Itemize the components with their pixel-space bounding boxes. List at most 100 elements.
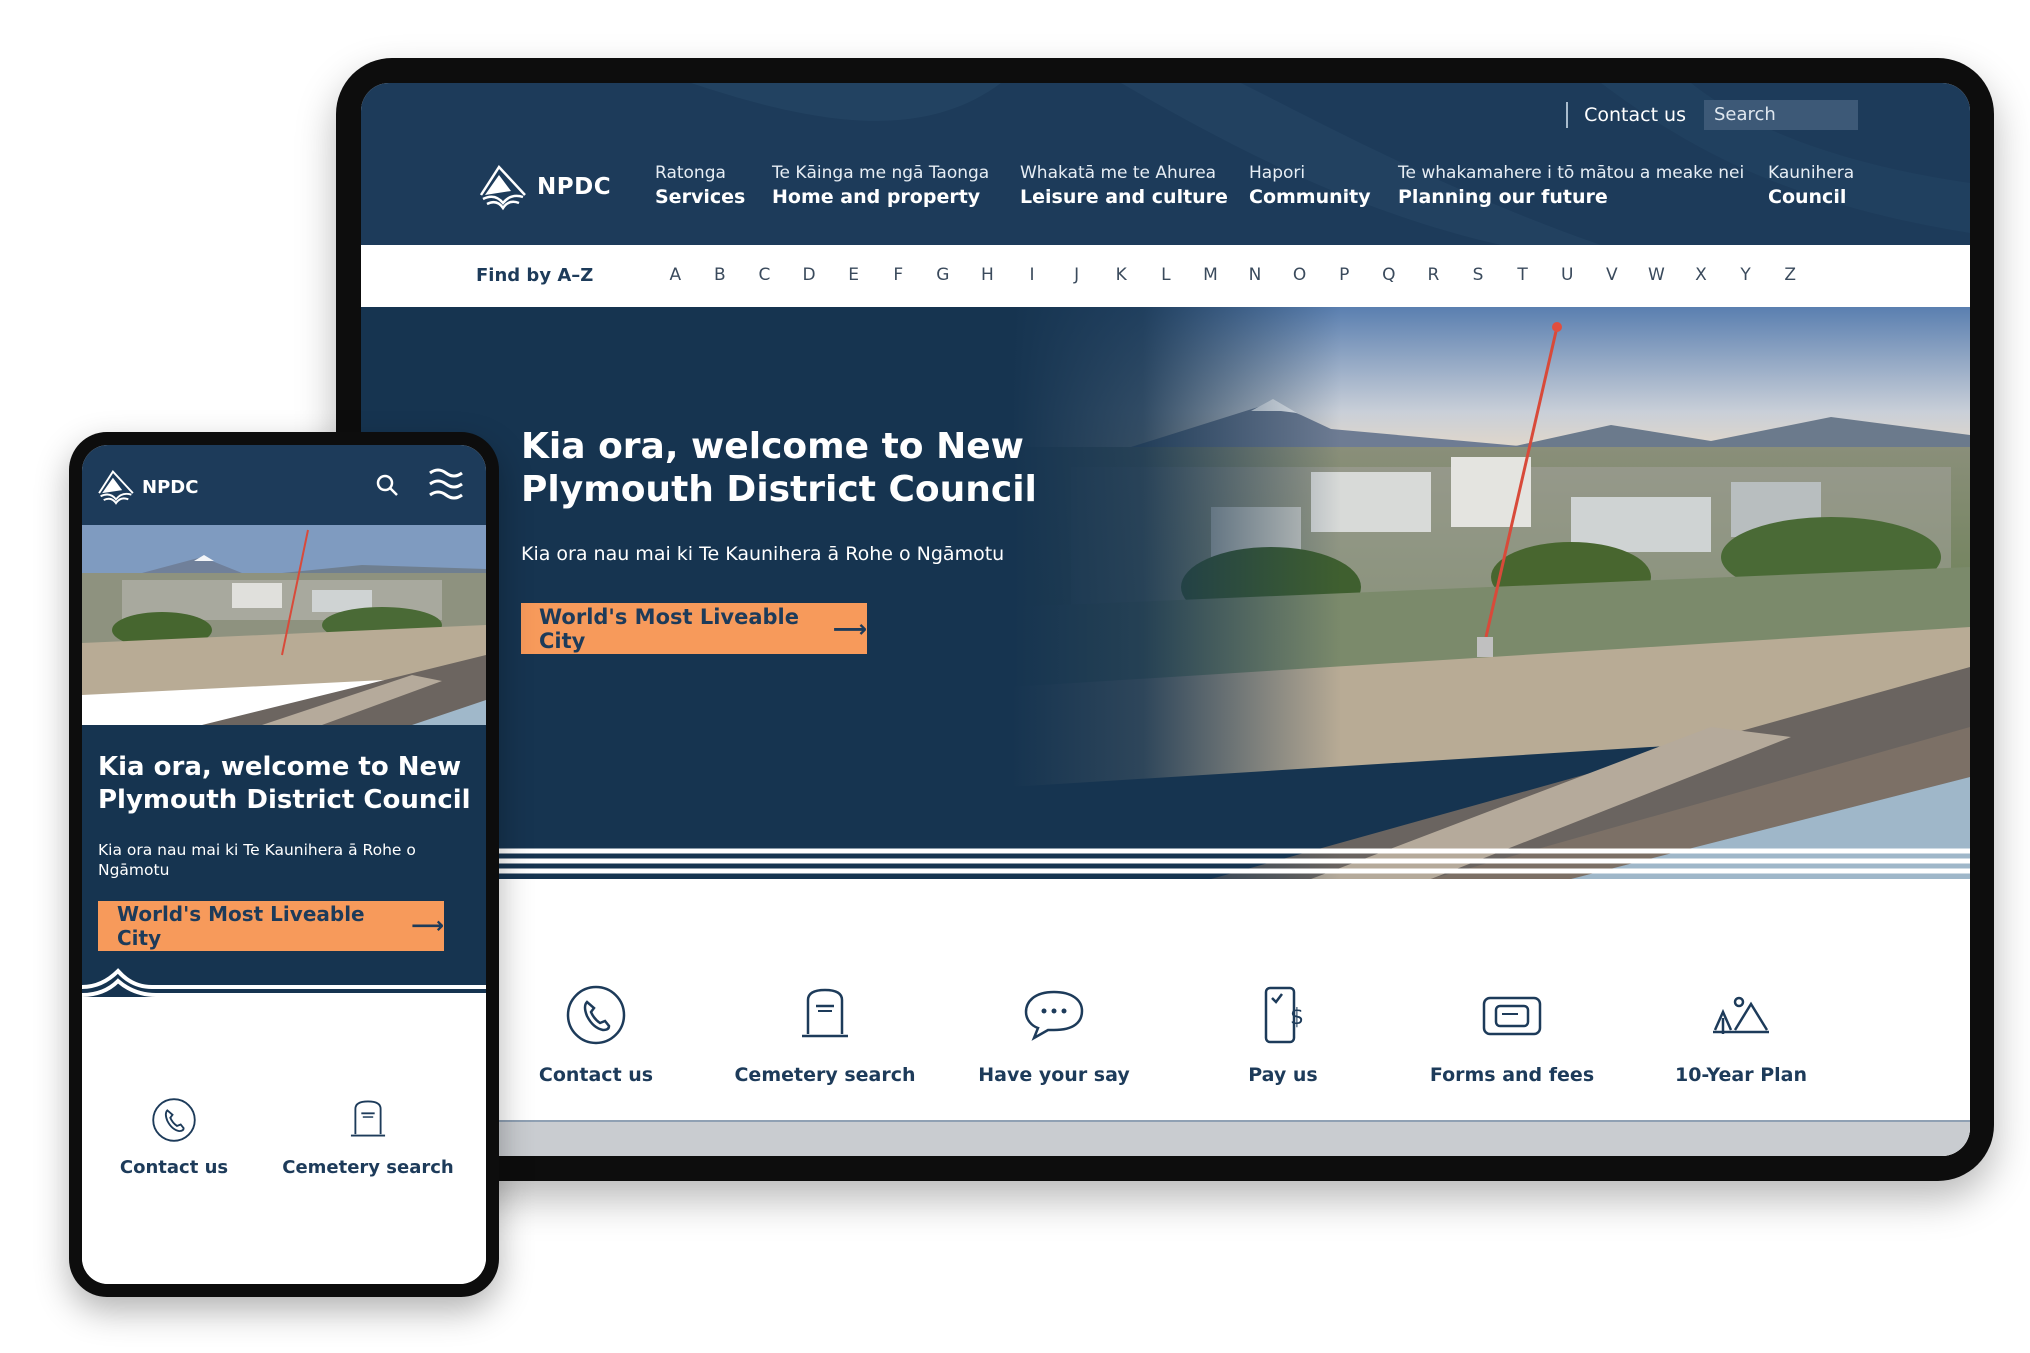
brand-name: NPDC [142, 476, 199, 498]
a-z-letter[interactable]: A [653, 265, 698, 285]
nav-maori-label: Kaunihera [1768, 163, 1855, 183]
a-z-letter[interactable]: E [831, 265, 876, 285]
search-icon[interactable] [375, 473, 399, 497]
hero-subtitle: Kia ora nau mai ki Te Kaunihera ā Rohe o… [521, 543, 1005, 565]
arrow-right-icon: ⟶ [411, 913, 444, 939]
quick-link-cemetery-search[interactable]: Cemetery search [278, 1097, 458, 1178]
hero-cta-button[interactable]: World's Most Liveable City ⟶ [521, 603, 867, 654]
npdc-mountain-logo-icon [479, 164, 526, 211]
a-z-letter[interactable]: K [1099, 265, 1144, 285]
a-z-letter[interactable]: S [1456, 265, 1501, 285]
menu-icon[interactable] [428, 467, 464, 501]
quick-link-label: Contact us [119, 1157, 229, 1178]
phone-icon [566, 985, 626, 1045]
nav-english-label: Services [655, 186, 746, 208]
landscape-plan-icon [1713, 996, 1769, 1034]
hero-wave-divider [361, 848, 1970, 874]
a-z-letter[interactable]: L [1144, 265, 1189, 285]
mobile-header: NPDC [82, 445, 486, 525]
a-z-letter[interactable]: Q [1367, 265, 1412, 285]
a-z-letter[interactable]: Z [1768, 265, 1813, 285]
nav-maori-label: Ratonga [655, 163, 726, 183]
utility-divider [1566, 102, 1569, 128]
a-z-letter[interactable]: V [1589, 265, 1634, 285]
quick-link-contact-us[interactable]: Contact us [496, 984, 696, 1086]
a-z-bar: Find by A–Z A B C D E F G H I J K L M N … [361, 245, 1970, 308]
a-z-letter[interactable]: J [1054, 265, 1099, 285]
npdc-mountain-logo-icon [98, 470, 134, 505]
hero-cta-label: World's Most Liveable City [539, 604, 799, 653]
nav-english-label: Planning our future [1398, 186, 1608, 208]
npdc-logo[interactable]: NPDC [477, 161, 611, 213]
svg-text:$: $ [1290, 1005, 1304, 1030]
a-z-letter[interactable]: U [1545, 265, 1590, 285]
a-z-letter[interactable]: B [698, 265, 743, 285]
nav-item-home-and-property[interactable]: Te Kāinga me ngā Taonga Home and propert… [772, 163, 989, 208]
phone-device-frame: NPDC Kia ora, welcome to New Plymouth Di… [69, 432, 499, 1297]
brand-name: NPDC [537, 174, 612, 200]
a-z-letter[interactable]: T [1500, 265, 1545, 285]
npdc-logo[interactable]: NPDC [96, 467, 198, 507]
forms-icon [1482, 996, 1542, 1036]
arrow-right-icon: ⟶ [832, 614, 867, 643]
headstone-icon [350, 1100, 386, 1137]
quick-link-label: Pay us [1248, 1064, 1318, 1086]
hero-subtitle: Kia ora nau mai ki Te Kaunihera ā Rohe o… [98, 841, 416, 879]
search-input[interactable]: Search [1704, 100, 1858, 130]
quick-link-pay-us[interactable]: $ Pay us [1183, 984, 1383, 1086]
hero-cta-button[interactable]: World's Most Liveable City ⟶ [98, 901, 444, 951]
nav-maori-label: Te Kāinga me ngā Taonga [772, 163, 990, 183]
desktop-website-screen: Contact us Search NPDC Ratonga Services [361, 83, 1970, 1156]
nav-english-label: Leisure and culture [1020, 186, 1228, 208]
hero-photo-fade [1011, 307, 1341, 879]
a-z-letter[interactable]: D [787, 265, 832, 285]
nav-english-label: Home and property [772, 186, 981, 208]
page-footer-strip [361, 1122, 1970, 1156]
nav-item-community[interactable]: Hapori Community [1249, 163, 1371, 208]
a-z-letter[interactable]: G [921, 265, 966, 285]
quick-links: Contact us Cemetery search Have your say… [361, 879, 1970, 1156]
quick-link-contact-us[interactable]: Contact us [84, 1097, 264, 1178]
mobile-hero: Kia ora, welcome to New Plymouth Distric… [82, 725, 486, 997]
headstone-icon [802, 988, 848, 1038]
a-z-letter[interactable]: P [1322, 265, 1367, 285]
nav-item-planning-our-future[interactable]: Te whakamahere i tō mātou a meake nei Pl… [1398, 163, 1744, 208]
site-header: Contact us Search NPDC Ratonga Services [361, 83, 1970, 245]
hero-title: Kia ora, welcome to New Plymouth Distric… [98, 752, 471, 815]
utility-bar: Contact us Search [1566, 100, 1858, 130]
quick-link-label: Forms and fees [1429, 1064, 1595, 1086]
a-z-letter[interactable]: X [1679, 265, 1724, 285]
quick-link-label: Cemetery search [282, 1157, 454, 1178]
quick-link-label: 10-Year Plan [1674, 1064, 1808, 1086]
a-z-letter[interactable]: M [1188, 265, 1233, 285]
quick-link-have-your-say[interactable]: Have your say [954, 984, 1154, 1086]
nav-item-leisure-and-culture[interactable]: Whakatā me te Ahurea Leisure and culture [1020, 163, 1228, 208]
nav-maori-label: Te whakamahere i tō mātou a meake nei [1398, 163, 1745, 183]
mobile-website-screen: NPDC Kia ora, welcome to New Plymouth Di… [82, 445, 486, 1284]
nav-english-label: Council [1768, 186, 1847, 208]
a-z-label: Find by A–Z [476, 265, 594, 286]
hero-city-coast-photo [82, 525, 486, 725]
utility-contact-link[interactable]: Contact us [1584, 104, 1686, 126]
quick-link-10-year-plan[interactable]: 10-Year Plan [1641, 984, 1841, 1086]
a-z-letter[interactable]: N [1233, 265, 1278, 285]
quick-link-forms-and-fees[interactable]: Forms and fees [1412, 984, 1612, 1086]
a-z-letter[interactable]: W [1634, 265, 1679, 285]
a-z-letter[interactable]: O [1277, 265, 1322, 285]
speech-bubble-icon [1024, 990, 1084, 1041]
mobile-quick-links: Contact us Cemetery search [82, 997, 486, 1284]
hero-banner: Kia ora, welcome to New Plymouth Distric… [361, 307, 1970, 879]
a-z-letter[interactable]: I [1010, 265, 1055, 285]
nav-maori-label: Hapori [1249, 163, 1306, 183]
a-z-letter[interactable]: F [876, 265, 921, 285]
hero-title: Kia ora, welcome to New Plymouth Distric… [521, 426, 1037, 510]
a-z-letter[interactable]: R [1411, 265, 1456, 285]
a-z-letter[interactable]: H [965, 265, 1010, 285]
a-z-letter[interactable]: C [742, 265, 787, 285]
quick-link-label: Cemetery search [734, 1064, 916, 1086]
a-z-letter[interactable]: Y [1723, 265, 1768, 285]
nav-item-services[interactable]: Ratonga Services [655, 163, 745, 208]
quick-link-cemetery-search[interactable]: Cemetery search [725, 984, 925, 1086]
nav-item-council[interactable]: Kaunihera Council [1768, 163, 1854, 208]
phone-icon [152, 1098, 196, 1142]
